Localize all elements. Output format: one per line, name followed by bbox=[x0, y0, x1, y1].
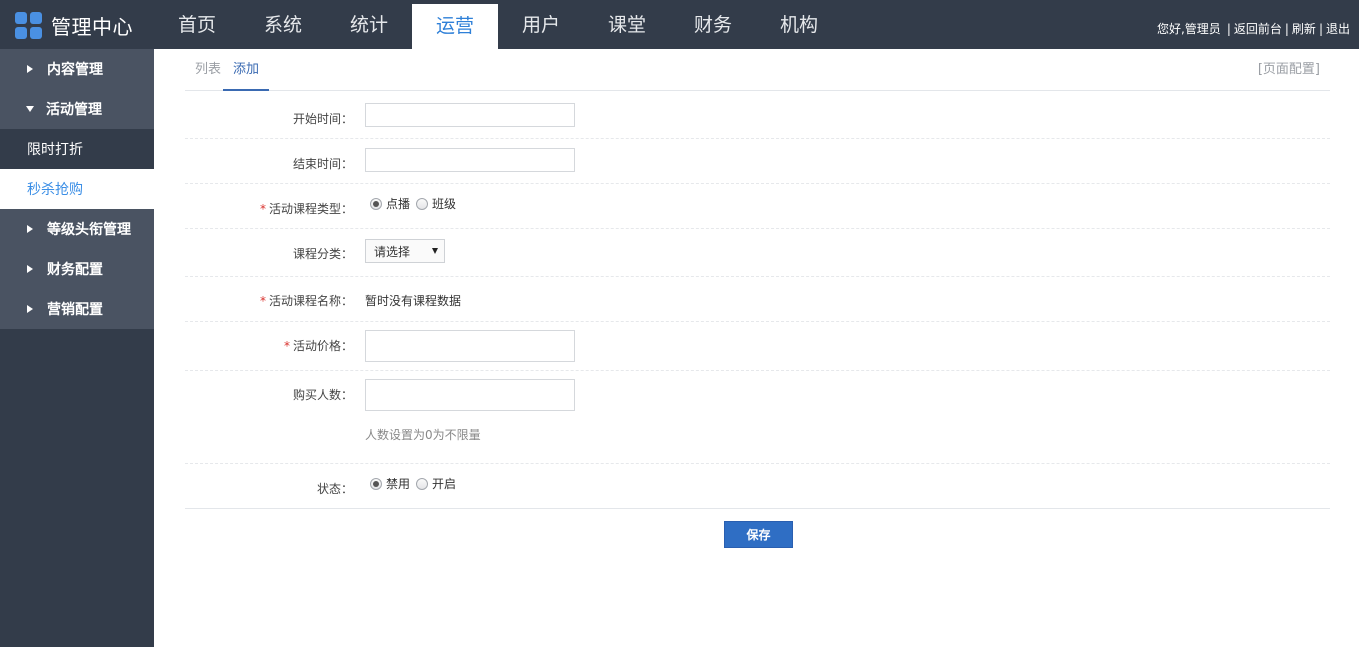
nav-item-operations[interactable]: 运营 bbox=[412, 4, 498, 49]
tab-add[interactable]: 添加 bbox=[223, 49, 270, 91]
radio-vod-label: 点播 bbox=[386, 197, 411, 211]
refresh-link[interactable]: 刷新 bbox=[1292, 20, 1316, 37]
category-select[interactable]: 请选择 bbox=[365, 239, 445, 263]
end-time-input[interactable] bbox=[365, 148, 575, 172]
price-input[interactable] bbox=[365, 330, 575, 362]
course-type-radio-group: 点播 班级 bbox=[370, 195, 462, 212]
caret-right-icon bbox=[27, 305, 33, 313]
radio-disabled-label: 禁用 bbox=[386, 477, 411, 491]
grid-logo-icon bbox=[15, 11, 42, 39]
buyers-label: 购买人数： bbox=[292, 388, 353, 402]
sidebar-item-flash-sale[interactable]: 秒杀抢购 bbox=[0, 169, 154, 209]
sidebar-item-label: 等级头衔管理 bbox=[47, 222, 131, 238]
form-row-start-time: 开始时间： bbox=[185, 91, 1330, 139]
radio-class-label: 班级 bbox=[432, 197, 457, 211]
main-content: 列表 添加 [页面配置] 开始时间： 结束时间： * 活动课程类型： 点播 班级 … bbox=[185, 49, 1330, 548]
back-to-front-link[interactable]: 返回前台 bbox=[1234, 20, 1282, 37]
course-name-value: 暂时没有课程数据 bbox=[365, 294, 462, 308]
sidebar-item-label: 营销配置 bbox=[47, 302, 103, 318]
category-select-value: 请选择 bbox=[374, 244, 411, 259]
form-row-status: 状态： 禁用 开启 bbox=[185, 464, 1330, 509]
required-mark: * bbox=[259, 294, 266, 308]
sidebar-item-label: 活动管理 bbox=[46, 102, 102, 118]
nav-item-classroom[interactable]: 课堂 bbox=[584, 0, 670, 49]
radio-enabled-label: 开启 bbox=[432, 477, 457, 491]
required-mark: * bbox=[259, 202, 266, 216]
sidebar-item-label: 限时打折 bbox=[27, 142, 83, 158]
sidebar-item-label: 秒杀抢购 bbox=[27, 182, 83, 198]
sidebar-group-content[interactable]: 内容管理 bbox=[0, 49, 154, 89]
form-row-course-name: * 活动课程名称： 暂时没有课程数据 bbox=[185, 277, 1330, 322]
user-greeting: 您好,管理员 bbox=[1156, 22, 1221, 36]
nav-item-system[interactable]: 系统 bbox=[240, 0, 326, 49]
save-button[interactable]: 保存 bbox=[724, 521, 793, 548]
tab-bar: 列表 添加 [页面配置] bbox=[185, 49, 1330, 91]
caret-down-icon bbox=[26, 106, 34, 112]
form-row-end-time: 结束时间： bbox=[185, 139, 1330, 184]
radio-class[interactable] bbox=[416, 197, 429, 210]
nav-item-users[interactable]: 用户 bbox=[498, 0, 584, 49]
nav-item-statistics[interactable]: 统计 bbox=[326, 0, 412, 49]
nav-item-institution[interactable]: 机构 bbox=[756, 0, 842, 49]
link-separator: | bbox=[1284, 21, 1289, 36]
status-label: 状态： bbox=[316, 482, 353, 496]
sidebar: 内容管理 活动管理 限时打折 秒杀抢购 等级头衔管理 财务配置 营销配置 bbox=[0, 49, 154, 647]
caret-right-icon bbox=[27, 265, 33, 273]
course-name-label: * 活动课程名称： bbox=[259, 294, 353, 308]
brand-title: 管理中心 bbox=[51, 14, 133, 39]
price-label: * 活动价格： bbox=[283, 339, 353, 353]
page-config-link[interactable]: [页面配置] bbox=[1258, 49, 1320, 91]
category-label: 课程分类： bbox=[292, 247, 353, 261]
caret-right-icon bbox=[27, 225, 33, 233]
caret-down-icon bbox=[432, 248, 438, 254]
nav-item-home[interactable]: 首页 bbox=[154, 0, 240, 49]
radio-disabled[interactable] bbox=[370, 477, 382, 490]
caret-right-icon bbox=[27, 65, 33, 73]
sidebar-group-finance-config[interactable]: 财务配置 bbox=[0, 249, 154, 289]
form-row-buyers: 购买人数： 人数设置为0为不限量 bbox=[185, 371, 1330, 464]
sidebar-group-activity[interactable]: 活动管理 bbox=[0, 89, 154, 129]
brand[interactable]: 管理中心 bbox=[15, 10, 133, 40]
link-separator: | bbox=[1226, 21, 1231, 36]
form-row-course-type: * 活动课程类型： 点播 班级 bbox=[185, 184, 1330, 229]
status-radio-group: 禁用 开启 bbox=[370, 475, 462, 492]
tab-list[interactable]: 列表 bbox=[195, 49, 221, 91]
radio-enabled[interactable] bbox=[416, 477, 429, 490]
start-time-input[interactable] bbox=[365, 103, 575, 127]
sidebar-item-label: 财务配置 bbox=[47, 262, 103, 278]
buyers-input[interactable] bbox=[365, 379, 575, 411]
form-row-category: 课程分类： 请选择 bbox=[185, 229, 1330, 277]
sidebar-group-level-title[interactable]: 等级头衔管理 bbox=[0, 209, 154, 249]
start-time-label: 开始时间： bbox=[292, 112, 353, 126]
link-separator: | bbox=[1318, 21, 1323, 36]
buyers-hint: 人数设置为0为不限量 bbox=[365, 428, 481, 442]
end-time-label: 结束时间： bbox=[292, 157, 353, 171]
sidebar-item-label: 内容管理 bbox=[47, 62, 103, 78]
logout-link[interactable]: 退出 bbox=[1326, 20, 1350, 37]
user-links: 您好,管理员 | 返回前台 | 刷新 | 退出 bbox=[1157, 20, 1350, 37]
course-type-label: * 活动课程类型： bbox=[259, 202, 353, 216]
radio-vod[interactable] bbox=[370, 197, 382, 210]
form-row-price: * 活动价格： bbox=[185, 322, 1330, 371]
nav-item-finance[interactable]: 财务 bbox=[670, 0, 756, 49]
top-header: 管理中心 首页 系统 统计 运营 用户 课堂 财务 机构 您好,管理员 | 返回… bbox=[0, 0, 1359, 49]
sidebar-item-limited-discount[interactable]: 限时打折 bbox=[0, 129, 154, 169]
sidebar-group-marketing-config[interactable]: 营销配置 bbox=[0, 289, 154, 329]
main-nav: 首页 系统 统计 运营 用户 课堂 财务 机构 bbox=[154, 0, 842, 49]
required-mark: * bbox=[283, 339, 290, 353]
